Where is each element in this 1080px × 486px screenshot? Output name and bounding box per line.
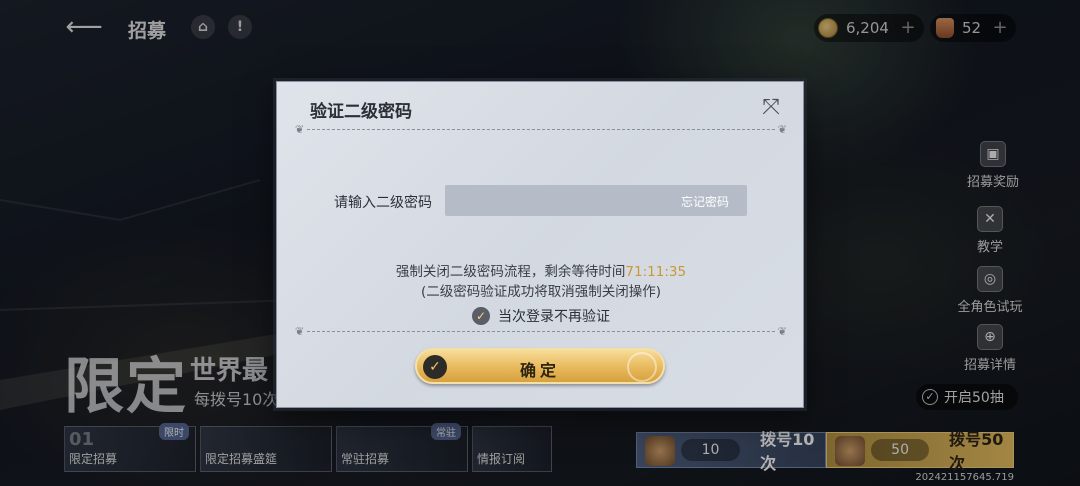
confirm-label: 确定: [519, 361, 560, 380]
notice-text: 强制关闭二级密码流程，剩余等待时间: [395, 264, 626, 280]
skip-verification-label: 当次登录不再验证: [498, 309, 610, 325]
forgot-password-link[interactable]: 忘记密码: [681, 193, 729, 210]
password-dialog: 验证二级密码 ⤧ ❦ ❦ 请输入二级密码 忘记密码 强制关闭二级密码流程，剩余等…: [276, 81, 804, 408]
close-button[interactable]: ⤧: [759, 96, 783, 120]
force-close-hint: (二级密码验证成功将取消强制关闭操作): [420, 284, 662, 300]
dialog-title: 验证二级密码: [310, 102, 412, 122]
ornament-icon: ❦: [777, 123, 787, 136]
check-icon: ✓: [472, 307, 490, 325]
emblem-icon: [627, 352, 657, 382]
divider: ❦ ❦: [295, 325, 787, 338]
close-crossed-swords-icon: ⤧: [762, 95, 780, 120]
ornament-icon: ❦: [295, 123, 305, 136]
ornament-icon: ❦: [777, 325, 787, 338]
password-label: 请输入二级密码: [334, 195, 432, 211]
skip-verification-checkbox[interactable]: ✓ 当次登录不再验证: [472, 306, 610, 326]
divider: ❦ ❦: [295, 123, 787, 136]
confirm-button[interactable]: ✓ 确定: [415, 348, 665, 384]
force-close-notice: 强制关闭二级密码流程，剩余等待时间71:11:35: [277, 260, 805, 280]
ornament-icon: ❦: [295, 325, 305, 338]
countdown-timer: 71:11:35: [625, 264, 687, 280]
